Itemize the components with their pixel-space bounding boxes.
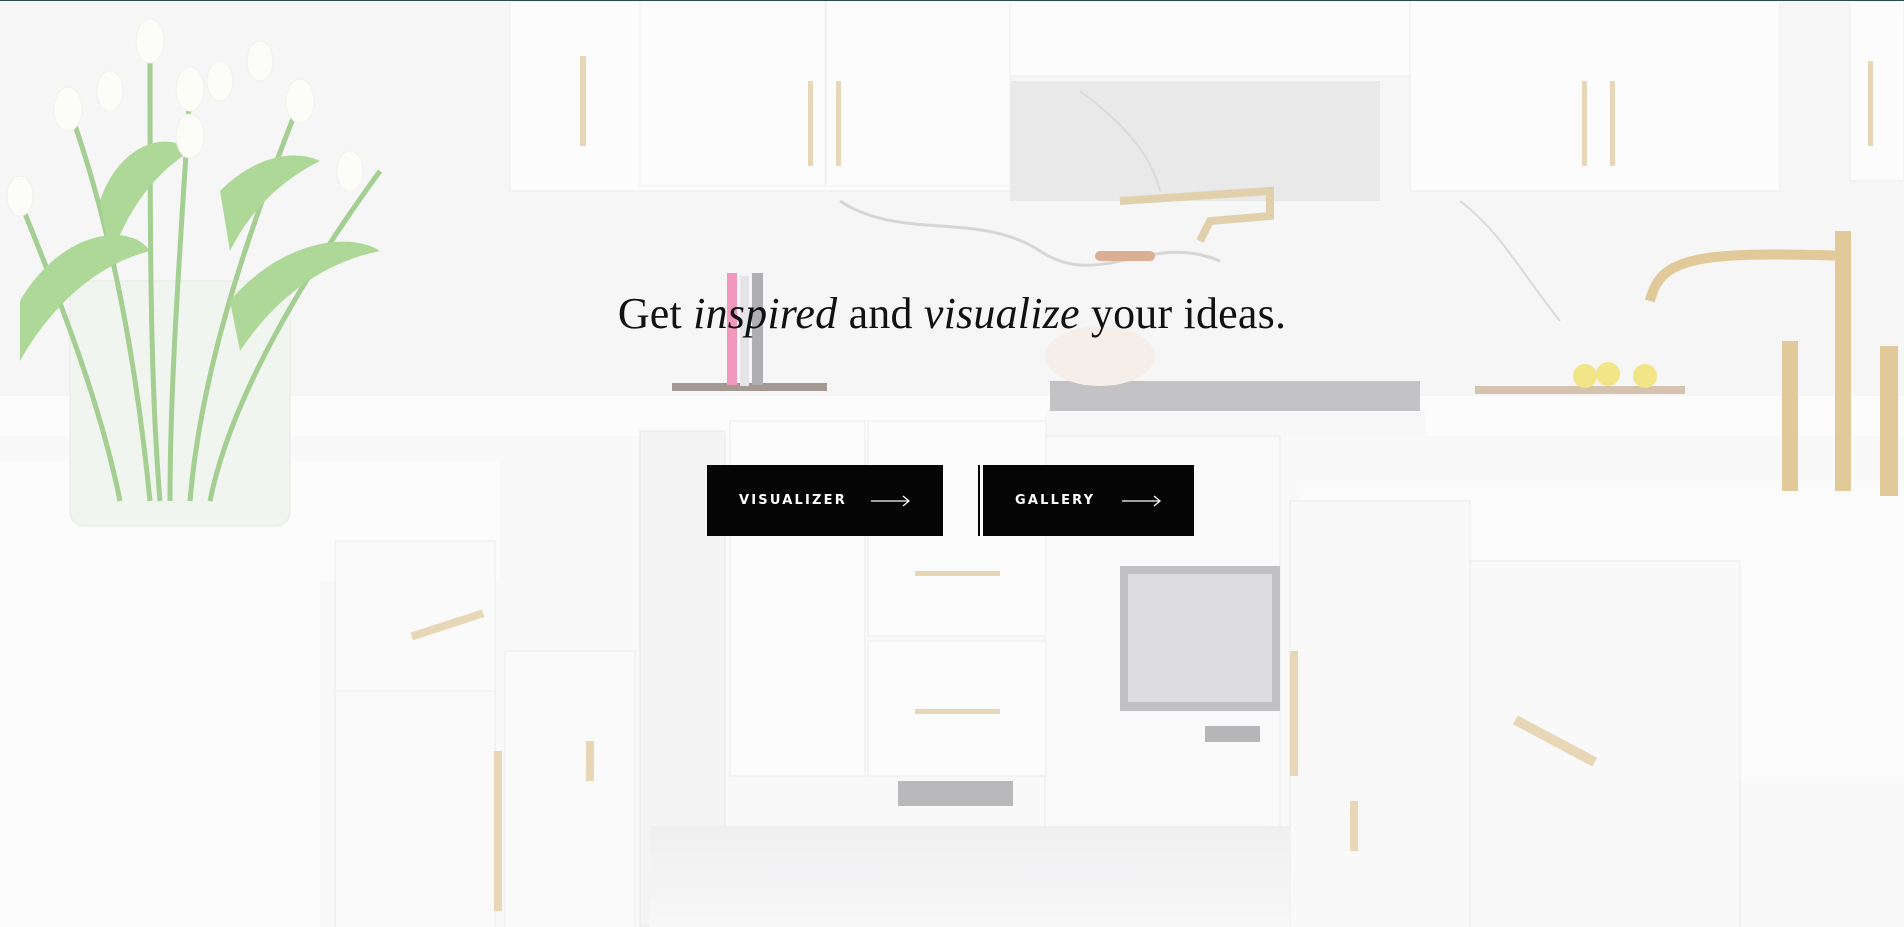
headline-part-3: your ideas.: [1079, 289, 1287, 338]
arrow-right-icon: [871, 495, 911, 506]
arrow-right-icon: [1122, 495, 1162, 506]
gallery-button-label: GALLERY: [1015, 493, 1096, 508]
gallery-button[interactable]: GALLERY: [980, 465, 1194, 536]
headline-emphasis-visualize: visualize: [923, 289, 1080, 338]
hero-headline: Get inspired and visualize your ideas.: [0, 288, 1904, 339]
hero-section: Get inspired and visualize your ideas. V…: [0, 0, 1904, 927]
headline-part-1: Get: [617, 289, 694, 338]
headline-part-2: and: [837, 289, 924, 338]
visualizer-button-label: VISUALIZER: [739, 493, 847, 508]
visualizer-button[interactable]: VISUALIZER: [707, 465, 943, 536]
headline-emphasis-inspired: inspired: [693, 289, 838, 338]
background-overlay: [0, 1, 1904, 927]
